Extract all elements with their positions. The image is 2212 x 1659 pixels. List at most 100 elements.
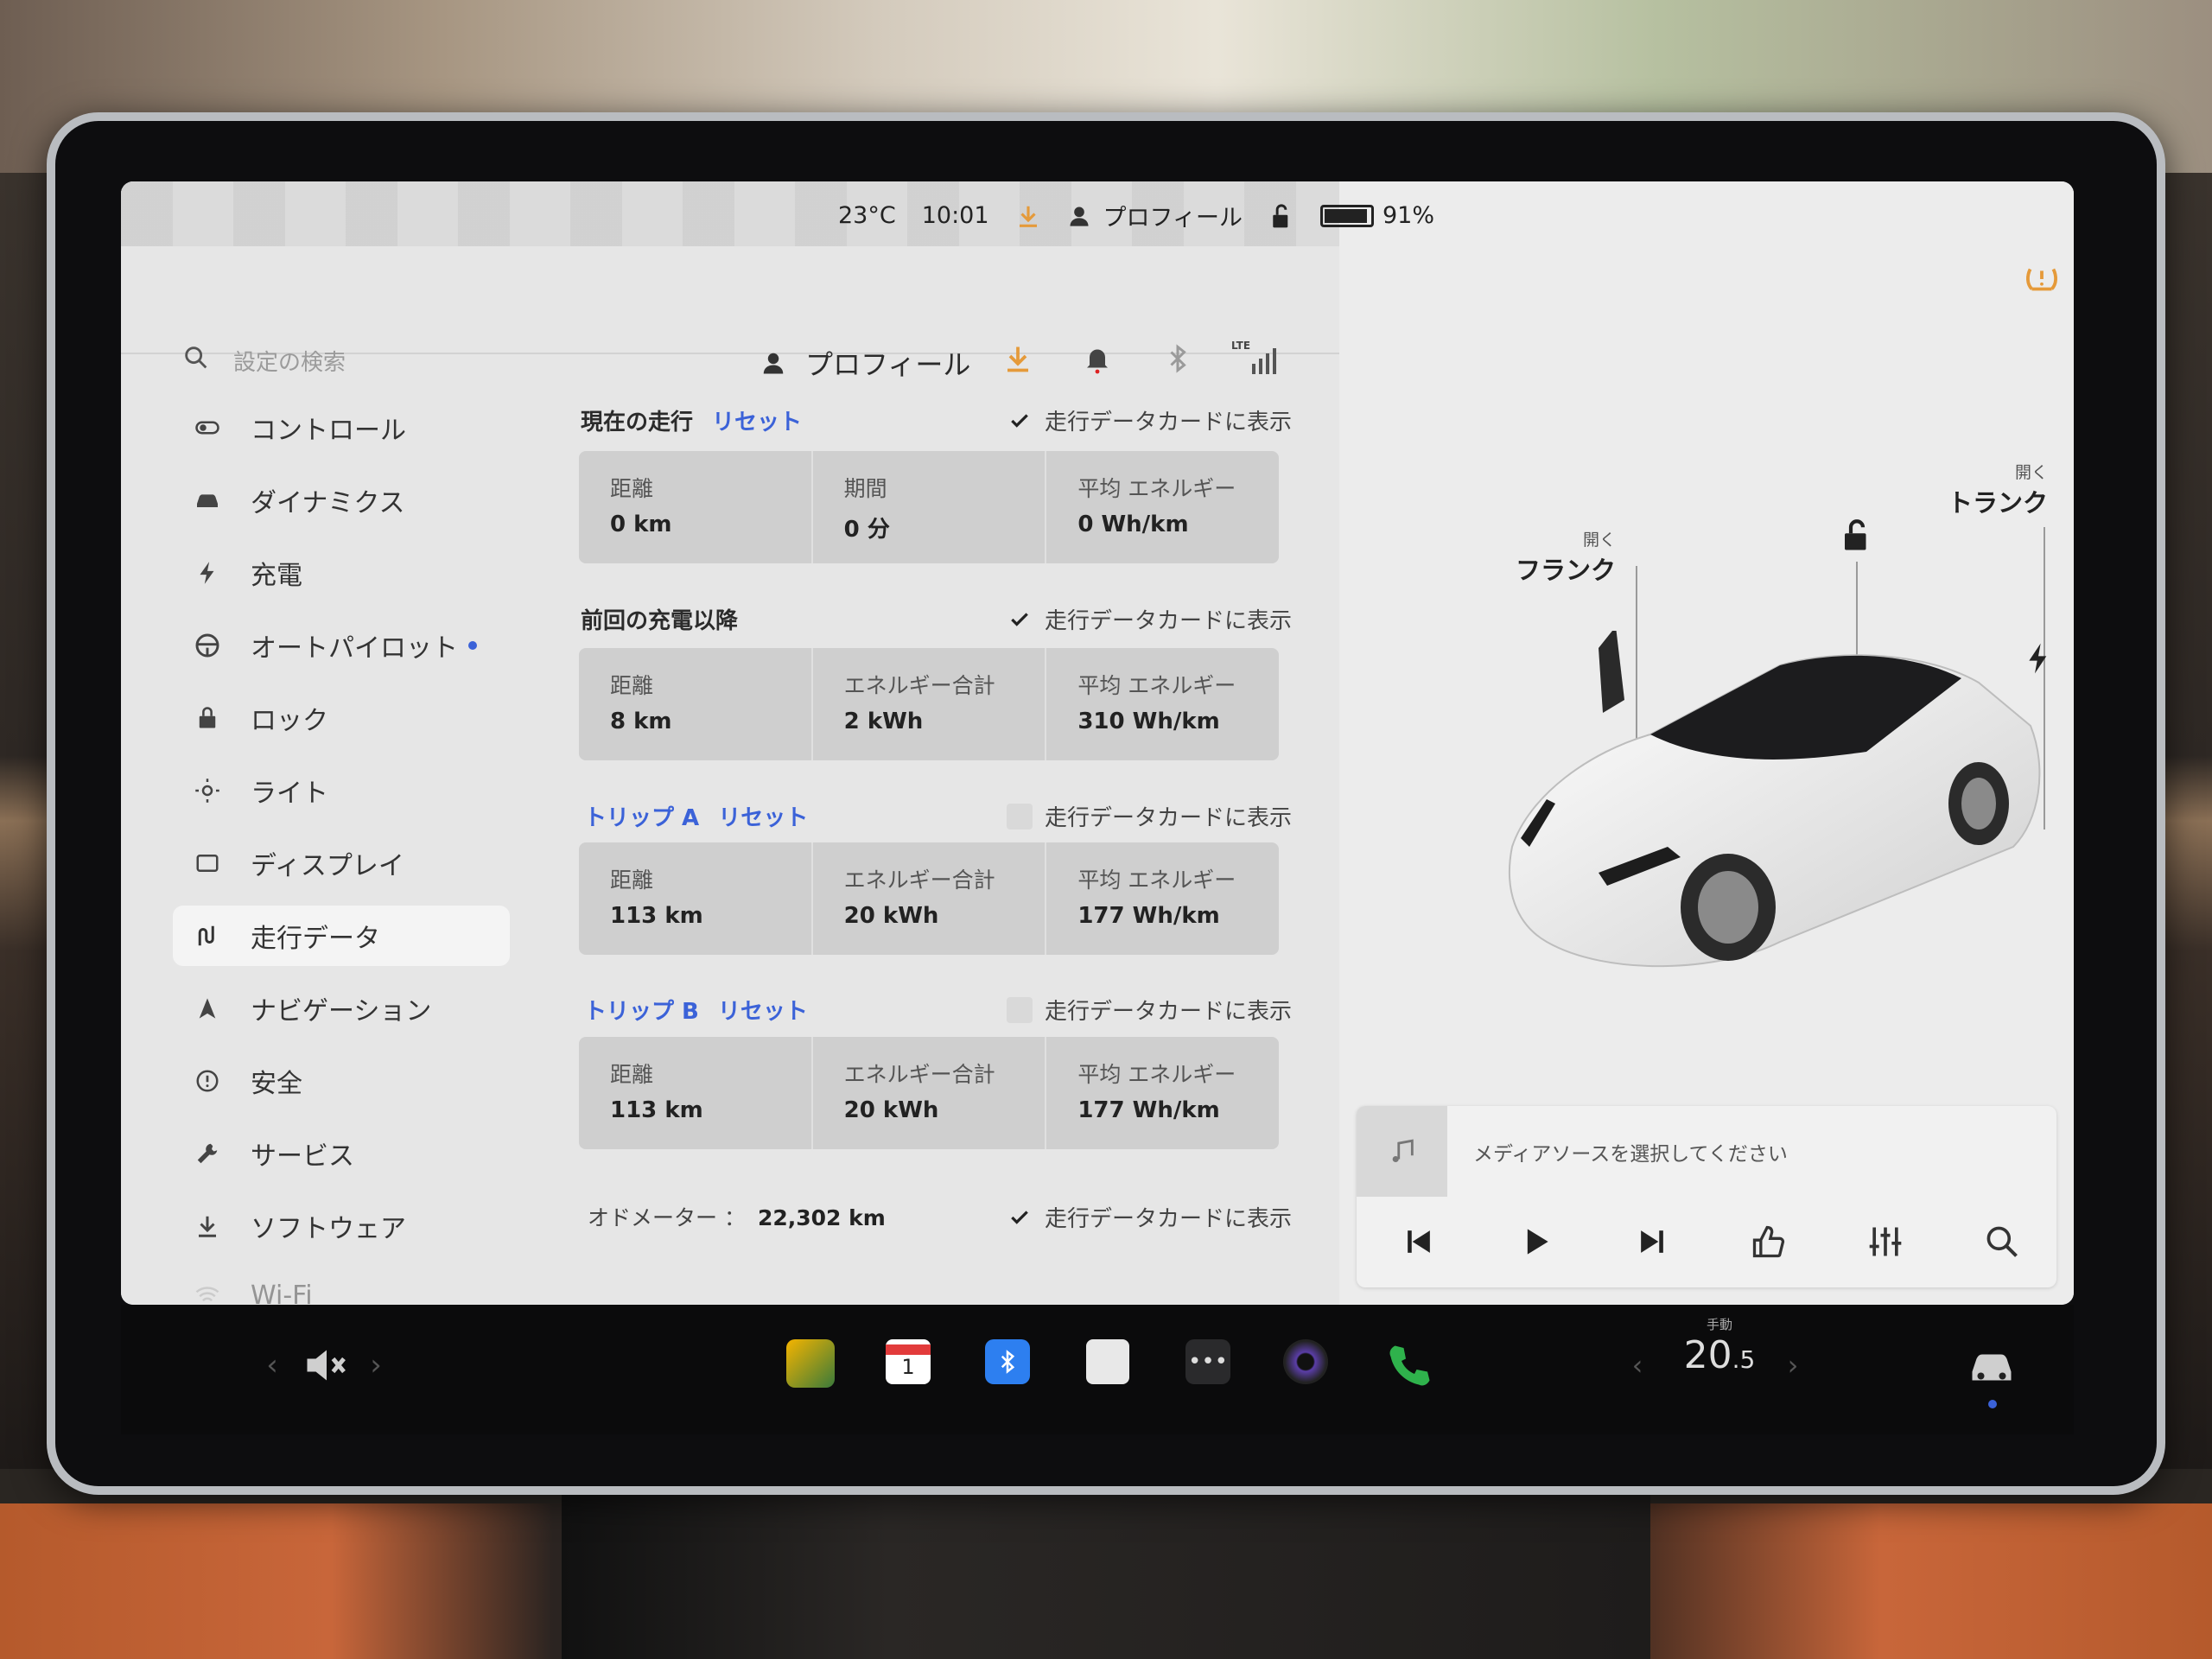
phone-icon[interactable] xyxy=(1384,1339,1436,1391)
checkbox-label: 走行データカードに表示 xyxy=(1045,608,1293,634)
clock: 10:01 xyxy=(921,202,989,229)
card-cell: エネルギー合計 2 kWh xyxy=(813,648,1047,760)
sidebar-item-label: 安全 xyxy=(251,1069,302,1099)
sidebar-item-label: サービス xyxy=(251,1141,354,1172)
card-cell: 期間 0 分 xyxy=(813,451,1047,563)
sidebar-item[interactable]: サービス xyxy=(173,1123,510,1184)
sidebar-item[interactable]: 充電 xyxy=(173,543,510,603)
sidebar-item[interactable]: ライト xyxy=(173,760,510,821)
check-icon xyxy=(1007,1205,1033,1230)
current-drive-show-checkbox[interactable]: 走行データカードに表示 xyxy=(1007,404,1292,436)
sidebar-item[interactable]: コントロール xyxy=(173,397,510,458)
charge-port-bolt-icon[interactable] xyxy=(2024,641,2052,676)
bell-icon[interactable] xyxy=(1082,343,1113,374)
check-icon xyxy=(1007,408,1033,434)
odometer-label: オドメーター ： xyxy=(588,1205,746,1230)
unlock-icon[interactable] xyxy=(1268,201,1294,231)
battery-percent: 91% xyxy=(1382,202,1435,229)
previous-track-icon[interactable] xyxy=(1400,1223,1438,1261)
mute-icon[interactable] xyxy=(301,1339,353,1391)
checkbox-empty-icon xyxy=(1007,996,1033,1023)
play-icon[interactable] xyxy=(1516,1223,1554,1261)
download-icon[interactable] xyxy=(1015,203,1041,229)
next-track-icon[interactable] xyxy=(1633,1223,1671,1261)
card-cell: 平均 エネルギー 177 Wh/km xyxy=(1077,868,1236,929)
sidebar-item[interactable]: Wi-Fi xyxy=(173,1265,510,1305)
taskbar: ‹ › 1 ••• ‹ 手動 20.5 › xyxy=(121,1305,2074,1434)
checkbox-label: 走行データカードに表示 xyxy=(1045,410,1293,435)
screen-stand xyxy=(562,1486,1650,1659)
since-charge-show-checkbox[interactable]: 走行データカードに表示 xyxy=(1007,603,1292,635)
notes-icon[interactable] xyxy=(1086,1339,1129,1384)
bolt-icon xyxy=(190,556,225,590)
settings-header: 設定の検索 プロフィール LTE xyxy=(121,246,1339,381)
checkbox-label: 走行データカードに表示 xyxy=(1045,1206,1293,1232)
download-icon[interactable] xyxy=(1002,343,1033,374)
person-icon xyxy=(763,353,784,374)
cabin-temp-decimal: .5 xyxy=(1732,1345,1756,1374)
media-player: メディアソースを選択してください xyxy=(1357,1106,2056,1287)
sidebar-item[interactable]: 安全 xyxy=(173,1051,510,1111)
battery-status: 91% xyxy=(1320,202,1434,229)
media-source-prompt[interactable]: メディアソースを選択してください xyxy=(1473,1137,1788,1166)
trip-b-reset-link[interactable]: リセット xyxy=(718,999,808,1025)
temperature-readout: 23°C xyxy=(838,202,896,229)
wifi-icon xyxy=(190,1278,225,1305)
profile-button[interactable]: プロフィール xyxy=(1067,199,1243,232)
trip-icon xyxy=(190,918,225,953)
tire-pressure-warning-icon[interactable] xyxy=(2022,259,2062,299)
sidebar-item[interactable]: オートパイロット xyxy=(173,615,510,676)
thumbs-up-icon[interactable] xyxy=(1750,1223,1788,1261)
sidebar-item[interactable]: ソフトウェア xyxy=(173,1196,510,1256)
current-drive-title: 現在の走行 リセット xyxy=(581,410,803,435)
trunk-open-button[interactable]: 開く トランク xyxy=(1910,460,2048,519)
sidebar-item-label: ロック xyxy=(251,706,328,736)
trip-b-title: トリップ B リセット xyxy=(584,999,808,1025)
trip-a-show-checkbox[interactable]: 走行データカードに表示 xyxy=(1007,800,1292,832)
calendar-icon[interactable]: 1 xyxy=(886,1339,931,1384)
volume-left-chevron-icon[interactable]: ‹ xyxy=(246,1339,298,1391)
card-cell: 距離 0 km xyxy=(579,451,813,563)
settings-panel: 設定の検索 プロフィール LTE コントロール ダイナミクス 充電オートパイロットロ… xyxy=(121,181,1339,1305)
profile-button[interactable]: プロフィール xyxy=(760,343,970,383)
autopilot-notification-dot xyxy=(468,641,477,650)
sidebar-item[interactable]: ディスプレイ xyxy=(173,833,510,893)
frunk-open-button[interactable]: 開く フランク xyxy=(1495,527,1616,587)
search-input[interactable]: 設定の検索 xyxy=(233,345,346,377)
odometer-show-checkbox[interactable]: 走行データカードに表示 xyxy=(1007,1201,1292,1233)
sidebar-item-label: オートパイロット xyxy=(251,633,458,664)
touchscreen: 設定の検索 プロフィール LTE コントロール ダイナミクス 充電オートパイロットロ… xyxy=(121,181,2074,1305)
cabin-temp: 20 xyxy=(1683,1333,1732,1377)
card-cell: 距離 113 km xyxy=(579,842,813,955)
sidebar-item[interactable]: 走行データ xyxy=(173,906,510,966)
equalizer-icon[interactable] xyxy=(1866,1223,1904,1261)
temp-up-chevron-icon[interactable]: › xyxy=(1767,1339,1819,1391)
current-drive-reset-link[interactable]: リセット xyxy=(712,410,802,435)
toybox-icon[interactable] xyxy=(786,1339,835,1388)
sidebar-item[interactable]: ダイナミクス xyxy=(173,470,510,531)
check-icon xyxy=(1007,607,1033,632)
music-note-icon xyxy=(1357,1106,1447,1197)
car-illustration xyxy=(1509,631,2041,968)
unlock-icon[interactable] xyxy=(1839,517,1875,553)
climate-mode: 手動 xyxy=(1706,1317,1732,1332)
bluetooth-app-icon[interactable] xyxy=(985,1339,1030,1384)
battery-icon xyxy=(1320,204,1374,227)
search-icon[interactable] xyxy=(181,343,211,372)
volume-right-chevron-icon[interactable]: › xyxy=(350,1339,402,1391)
sidebar-item[interactable]: ナビゲーション xyxy=(173,978,510,1039)
sidebar-item-label: ディスプレイ xyxy=(251,851,404,881)
current-drive-card: 距離 0 km 期間 0 分 平均 エネルギー 0 Wh/km xyxy=(579,451,1279,563)
more-apps-icon[interactable]: ••• xyxy=(1185,1339,1230,1384)
climate-control[interactable]: 手動 20.5 xyxy=(1668,1315,1771,1377)
sidebar-item[interactable]: ロック xyxy=(173,688,510,748)
bluetooth-icon[interactable] xyxy=(1162,343,1193,374)
trip-b-show-checkbox[interactable]: 走行データカードに表示 xyxy=(1007,994,1292,1026)
trip-a-reset-link[interactable]: リセット xyxy=(718,805,808,831)
car-controls-icon[interactable] xyxy=(1966,1339,2018,1391)
wrench-icon xyxy=(190,1136,225,1171)
sidebar-item-label: ソフトウェア xyxy=(251,1214,406,1244)
media-search-icon[interactable] xyxy=(1983,1223,2021,1261)
camera-icon[interactable] xyxy=(1283,1339,1328,1384)
temp-down-chevron-icon[interactable]: ‹ xyxy=(1611,1339,1663,1391)
